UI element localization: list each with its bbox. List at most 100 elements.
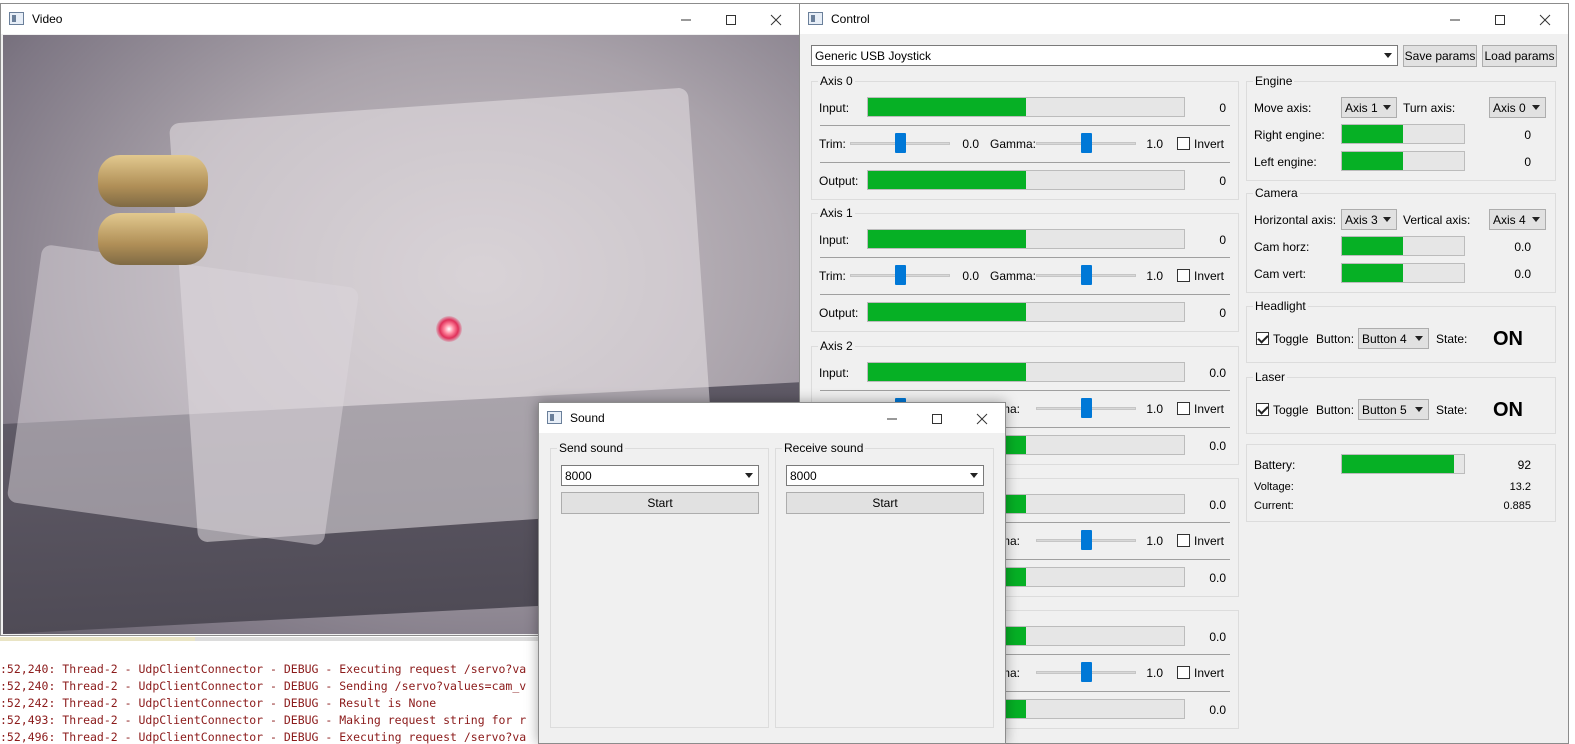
slider-thumb[interactable]: [1081, 398, 1092, 418]
engine-group: Engine Move axis: Axis 1 Turn axis: Axis…: [1246, 74, 1556, 181]
log-line: :52,242: Thread-2 - UdpClientConnector -…: [0, 696, 437, 710]
trim-slider[interactable]: [850, 133, 950, 153]
save-params-button[interactable]: Save params: [1403, 45, 1477, 67]
input-label: Input:: [819, 101, 850, 115]
close-button[interactable]: [959, 403, 1005, 433]
gamma-slider[interactable]: [1036, 133, 1136, 153]
invert-checkbox[interactable]: [1177, 137, 1190, 150]
bar-fill: [1342, 237, 1403, 255]
voltage-label: Voltage:: [1254, 481, 1294, 493]
left-engine-value: 0: [1524, 155, 1531, 169]
headlight-state: ON: [1493, 328, 1523, 350]
input-label: Input:: [819, 233, 850, 247]
chevron-down-icon: [1532, 217, 1540, 222]
invert-checkbox[interactable]: [1177, 534, 1190, 547]
invert-checkbox[interactable]: [1177, 402, 1190, 415]
video-titlebar[interactable]: Video: [1, 4, 799, 34]
slider-thumb[interactable]: [895, 265, 906, 285]
left-engine-bar: [1341, 151, 1465, 171]
slider-thumb[interactable]: [895, 133, 906, 153]
send-rate-select[interactable]: 8000: [561, 465, 759, 486]
laser-group: Laser Toggle Button: Button 5 State: ON: [1246, 370, 1556, 434]
camera-group: Camera Horizontal axis: Axis 3 Vertical …: [1246, 186, 1556, 293]
control-titlebar[interactable]: Control: [800, 4, 1568, 34]
log-line: :52,493: Thread-2 - UdpClientConnector -…: [0, 713, 527, 727]
joystick-select[interactable]: Generic USB Joystick: [811, 45, 1398, 66]
slider-thumb[interactable]: [1081, 530, 1092, 550]
sound-window: Sound Send sound 8000 Start Receive soun…: [538, 402, 1006, 744]
gamma-slider[interactable]: [1036, 398, 1136, 418]
input-label: Input:: [819, 366, 850, 380]
laser-toggle-checkbox[interactable]: [1256, 403, 1269, 416]
chevron-down-icon: [1383, 105, 1391, 110]
app-icon: [9, 12, 24, 25]
turn-axis-select[interactable]: Axis 0: [1489, 97, 1546, 118]
load-params-button[interactable]: Load params: [1482, 45, 1557, 67]
chevron-down-icon: [1384, 53, 1392, 58]
bar-fill: [1342, 125, 1403, 143]
slider-thumb[interactable]: [1081, 265, 1092, 285]
minimize-button[interactable]: [663, 4, 709, 34]
gamma-slider[interactable]: [1036, 265, 1136, 285]
chevron-down-icon: [1415, 336, 1423, 341]
minimize-button[interactable]: [869, 403, 915, 433]
chevron-down-icon: [1532, 105, 1540, 110]
maximize-button[interactable]: [914, 403, 960, 433]
state-label: State:: [1436, 403, 1468, 417]
headlight-toggle-checkbox[interactable]: [1256, 332, 1269, 345]
headlight-button-select[interactable]: Button 4: [1358, 328, 1429, 349]
joystick-value: Generic USB Joystick: [815, 49, 932, 63]
trim-value: 0.0: [962, 137, 979, 151]
battery-value: 92: [1517, 458, 1531, 472]
minimize-button[interactable]: [1432, 4, 1478, 34]
bar-fill: [868, 363, 1026, 381]
send-sound-group: Send sound 8000 Start: [550, 441, 769, 728]
button-label: Button:: [1316, 403, 1355, 417]
trim-slider[interactable]: [850, 265, 950, 285]
log-line: :52,496: Thread-2 - UdpClientConnector -…: [0, 730, 527, 744]
gamma-slider[interactable]: [1036, 662, 1136, 682]
invert-label: Invert: [1194, 666, 1225, 680]
receive-sound-group: Receive sound 8000 Start: [775, 441, 994, 728]
bar-fill: [868, 171, 1026, 189]
close-button[interactable]: [1522, 4, 1568, 34]
receive-start-button[interactable]: Start: [786, 492, 984, 514]
axis-group: Axis 0 Input: 0 Trim: 0.0 Gamma: 1.0 Inv…: [811, 74, 1239, 200]
close-button[interactable]: [753, 4, 799, 34]
console-log: :52,240: Thread-2 - UdpClientConnector -…: [0, 637, 560, 744]
group-title: Axis 2: [818, 339, 855, 353]
invert-label: Invert: [1194, 269, 1225, 283]
slider-thumb[interactable]: [1081, 133, 1092, 153]
invert-checkbox[interactable]: [1177, 666, 1190, 679]
turn-axis-value: Axis 0: [1493, 101, 1526, 115]
slider-thumb[interactable]: [1081, 662, 1092, 682]
input-bar: [867, 229, 1185, 249]
divider: [820, 162, 1230, 163]
receive-rate-select[interactable]: 8000: [786, 465, 984, 486]
group-title: Engine: [1253, 74, 1295, 88]
move-axis-select[interactable]: Axis 1: [1341, 97, 1397, 118]
cam-vert-label: Cam vert:: [1254, 267, 1307, 281]
app-icon: [808, 12, 823, 25]
group-title: Headlight: [1253, 299, 1308, 313]
horizontal-axis-select[interactable]: Axis 3: [1341, 209, 1397, 230]
output-value: 0: [1219, 174, 1226, 188]
invert-label: Invert: [1194, 137, 1225, 151]
maximize-button[interactable]: [708, 4, 754, 34]
group-title: Laser: [1253, 370, 1288, 384]
gamma-slider[interactable]: [1036, 530, 1136, 550]
finger: [98, 213, 208, 265]
vertical-axis-select[interactable]: Axis 4: [1489, 209, 1546, 230]
send-rate-value: 8000: [565, 469, 592, 483]
vertical-axis-label: Vertical axis:: [1403, 213, 1471, 227]
horizontal-axis-value: Axis 3: [1345, 213, 1378, 227]
send-start-button[interactable]: Start: [561, 492, 759, 514]
invert-label: Invert: [1194, 402, 1225, 416]
log-line: :52,240: Thread-2 - UdpClientConnector -…: [0, 662, 527, 676]
invert-checkbox[interactable]: [1177, 269, 1190, 282]
maximize-button[interactable]: [1477, 4, 1523, 34]
laser-button-select[interactable]: Button 5: [1358, 399, 1429, 420]
vertical-axis-value: Axis 4: [1493, 213, 1526, 227]
finger: [98, 155, 208, 207]
sound-titlebar[interactable]: Sound: [539, 403, 1005, 433]
